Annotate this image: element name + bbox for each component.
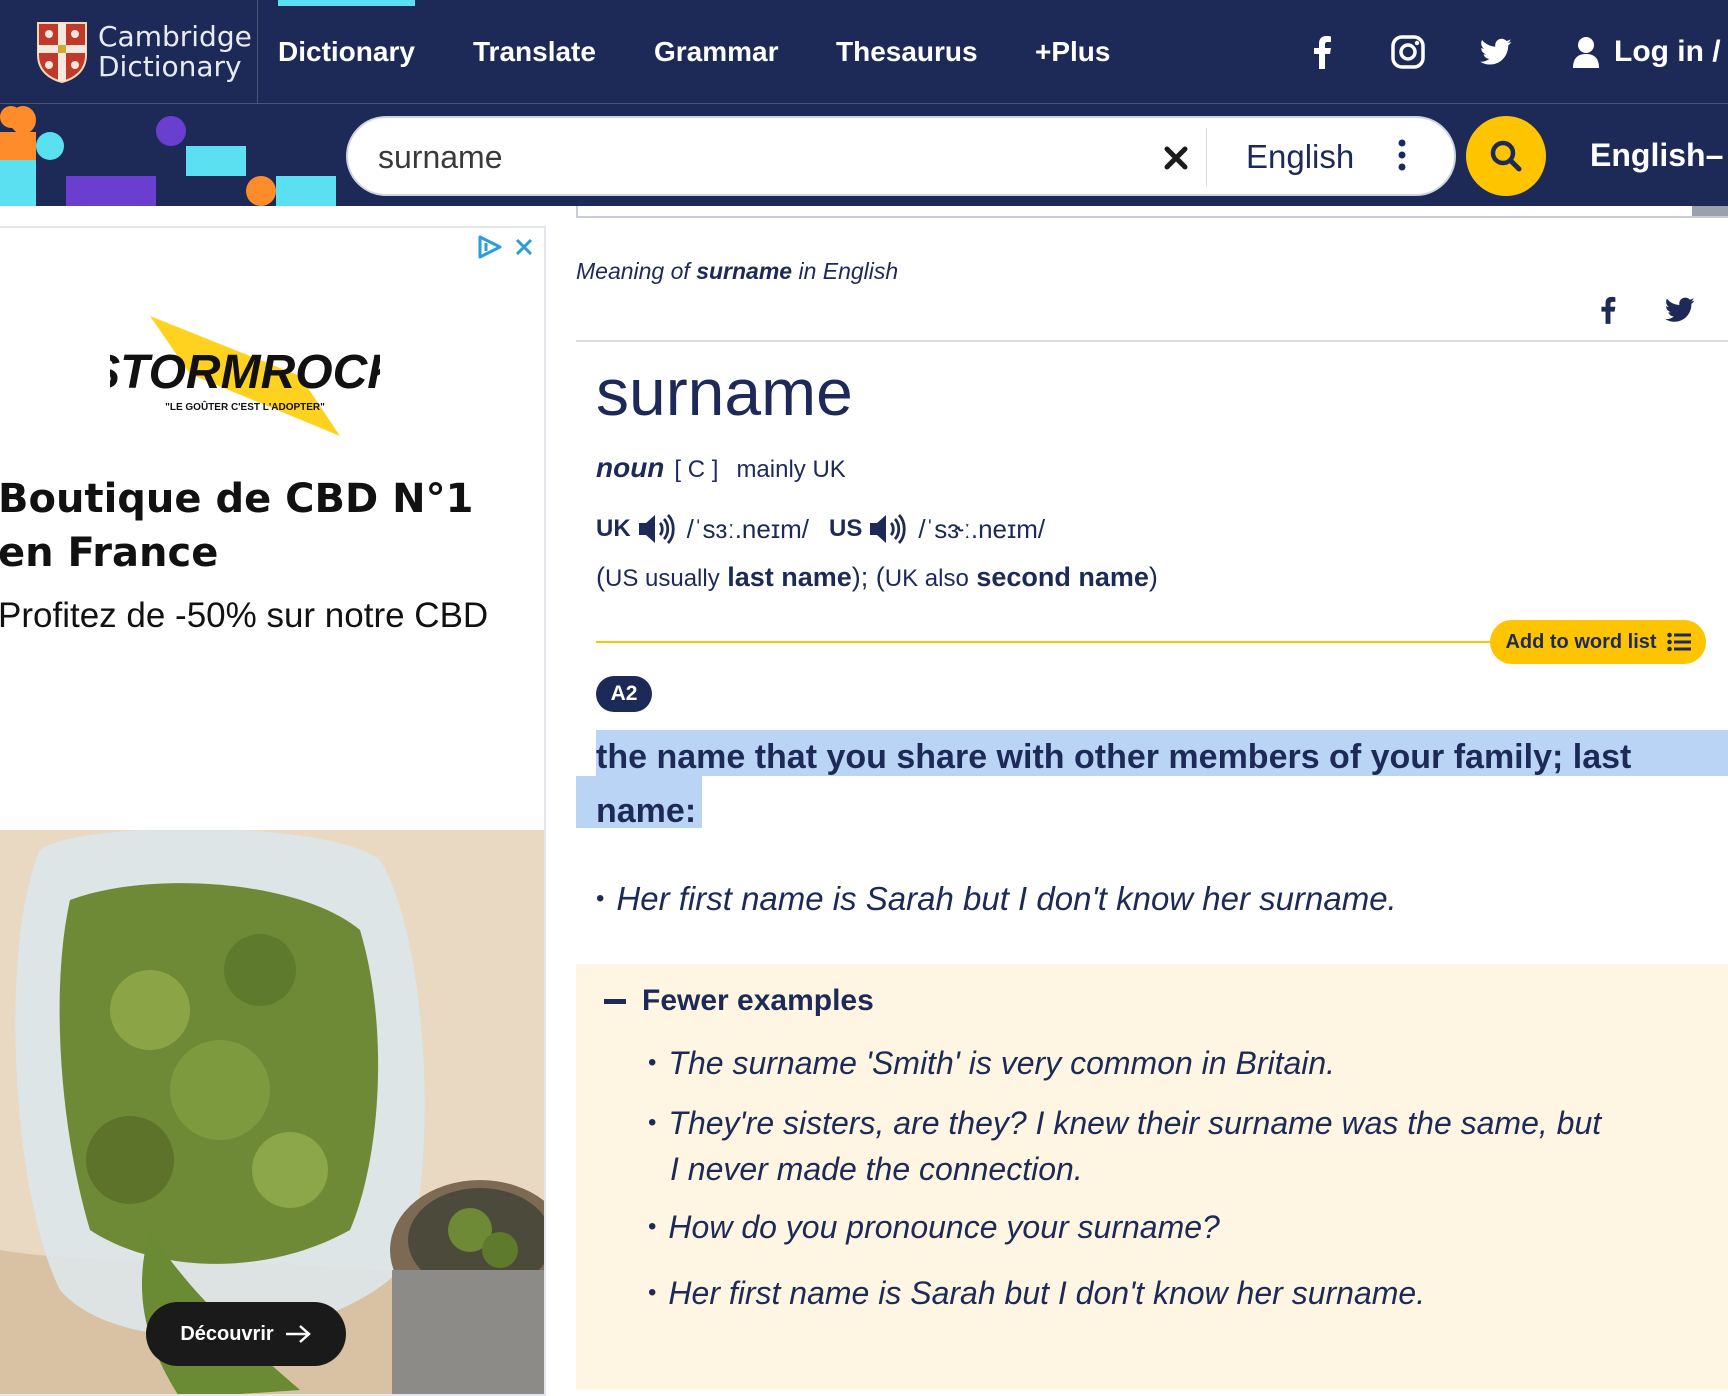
pronunciation-line: UK /ˈsɜː.neɪm/ US /ˈsɝː.neɪm/ (596, 512, 1065, 546)
nav-dictionary[interactable]: Dictionary (278, 0, 415, 104)
variant-last-name[interactable]: last name (727, 562, 852, 592)
headword: surname (596, 355, 853, 429)
uk-audio-icon[interactable] (637, 512, 677, 546)
nav-thesaurus[interactable]: Thesaurus (836, 0, 978, 104)
definition: the name that you share with other membe… (596, 738, 1632, 830)
advertisement[interactable]: STORMROCK "LE GOÛTER C'EST L'ADOPTER" Bo… (0, 226, 546, 1396)
clear-icon[interactable] (1156, 138, 1196, 178)
ad-cta-button[interactable]: Découvrir (146, 1302, 346, 1366)
uk-ipa: /ˈsɜː.neɪm/ (686, 513, 809, 544)
minus-icon (604, 998, 626, 1004)
facebook-icon[interactable] (1300, 30, 1344, 74)
svg-text:STORMROCK: STORMROCK (110, 346, 380, 399)
search-strip: English English– (0, 104, 1728, 206)
entry-top-border (576, 206, 1728, 218)
us-ipa: /ˈsɝː.neɪm/ (918, 513, 1046, 544)
us-audio-icon[interactable] (868, 512, 908, 546)
close-ad-icon[interactable] (512, 234, 536, 260)
search-button[interactable] (1466, 116, 1546, 196)
adchoices-icon[interactable] (476, 234, 504, 260)
dictionary-type-select[interactable]: English– (1590, 104, 1723, 206)
stormrock-logo: STORMROCK "LE GOÛTER C'EST L'ADOPTER" (110, 316, 380, 436)
svg-text:"LE GOÛTER C'EST L'ADOPTER": "LE GOÛTER C'EST L'ADOPTER" (165, 400, 325, 413)
share-facebook-icon[interactable] (1588, 290, 1628, 330)
add-to-word-list-button[interactable]: Add to word list (1490, 620, 1706, 664)
fewer-examples-toggle[interactable]: Fewer examples (604, 984, 874, 1018)
list-icon (1666, 632, 1691, 652)
ad-heading: Boutique de CBD N°1 en France (0, 476, 474, 576)
meaning-heading: Meaning of surname in English (576, 258, 899, 284)
list-item: • They're sisters, are they? I knew their… (648, 1105, 1602, 1187)
brand-line-1: Cambridge (98, 20, 252, 53)
search-icon (1490, 140, 1522, 172)
crest-icon (37, 22, 87, 83)
nav-translate[interactable]: Translate (473, 0, 596, 104)
login-label: Log in / (1614, 35, 1721, 68)
usage-label: mainly UK (736, 456, 846, 483)
nav-grammar[interactable]: Grammar (654, 0, 779, 104)
nav-plus[interactable]: +Plus (1035, 0, 1110, 104)
search-box: English (346, 116, 1456, 196)
search-input[interactable] (378, 132, 1138, 182)
arrow-right-icon (285, 1325, 311, 1343)
login-link[interactable]: Log in / (1572, 0, 1721, 104)
more-examples-panel: Fewer examples • The surname 'Smith' is v… (576, 964, 1728, 1390)
instagram-icon[interactable] (1386, 30, 1430, 74)
entry-divider (576, 340, 1728, 342)
cambridge-logo[interactable]: Cambridge Dictionary (0, 0, 258, 104)
more-options-icon[interactable] (1392, 136, 1412, 176)
user-icon (1573, 37, 1599, 68)
list-item: • How do you pronounce your surname? (648, 1209, 1220, 1245)
part-of-speech-line: noun [ C ] mainly UK (596, 452, 846, 484)
cefr-level-badge[interactable]: A2 (596, 676, 652, 712)
example-sentence: • Her first name is Sarah but I don't kno… (596, 880, 1397, 917)
uk-label: UK (596, 515, 631, 542)
search-divider (1206, 128, 1207, 186)
variant-forms: (US usually last name); (UK also second … (596, 562, 1158, 592)
top-nav: Cambridge Dictionary Dictionary Translat… (0, 0, 1728, 104)
twitter-icon[interactable] (1474, 30, 1518, 74)
grammar-code[interactable]: [ C ] (674, 456, 718, 484)
share-twitter-icon[interactable] (1660, 290, 1700, 330)
ad-text: Profitez de -50% sur notre CBD (0, 596, 489, 635)
list-item: • Her first name is Sarah but I don't kno… (648, 1275, 1426, 1311)
sense-divider (596, 641, 1496, 643)
part-of-speech[interactable]: noun (596, 452, 664, 484)
brand-line-2: Dictionary (98, 50, 242, 83)
language-select[interactable]: English (1246, 118, 1354, 196)
variant-second-name[interactable]: second name (976, 562, 1149, 592)
list-item: • The surname 'Smith' is very common in B… (648, 1045, 1336, 1081)
us-label: US (828, 515, 863, 542)
